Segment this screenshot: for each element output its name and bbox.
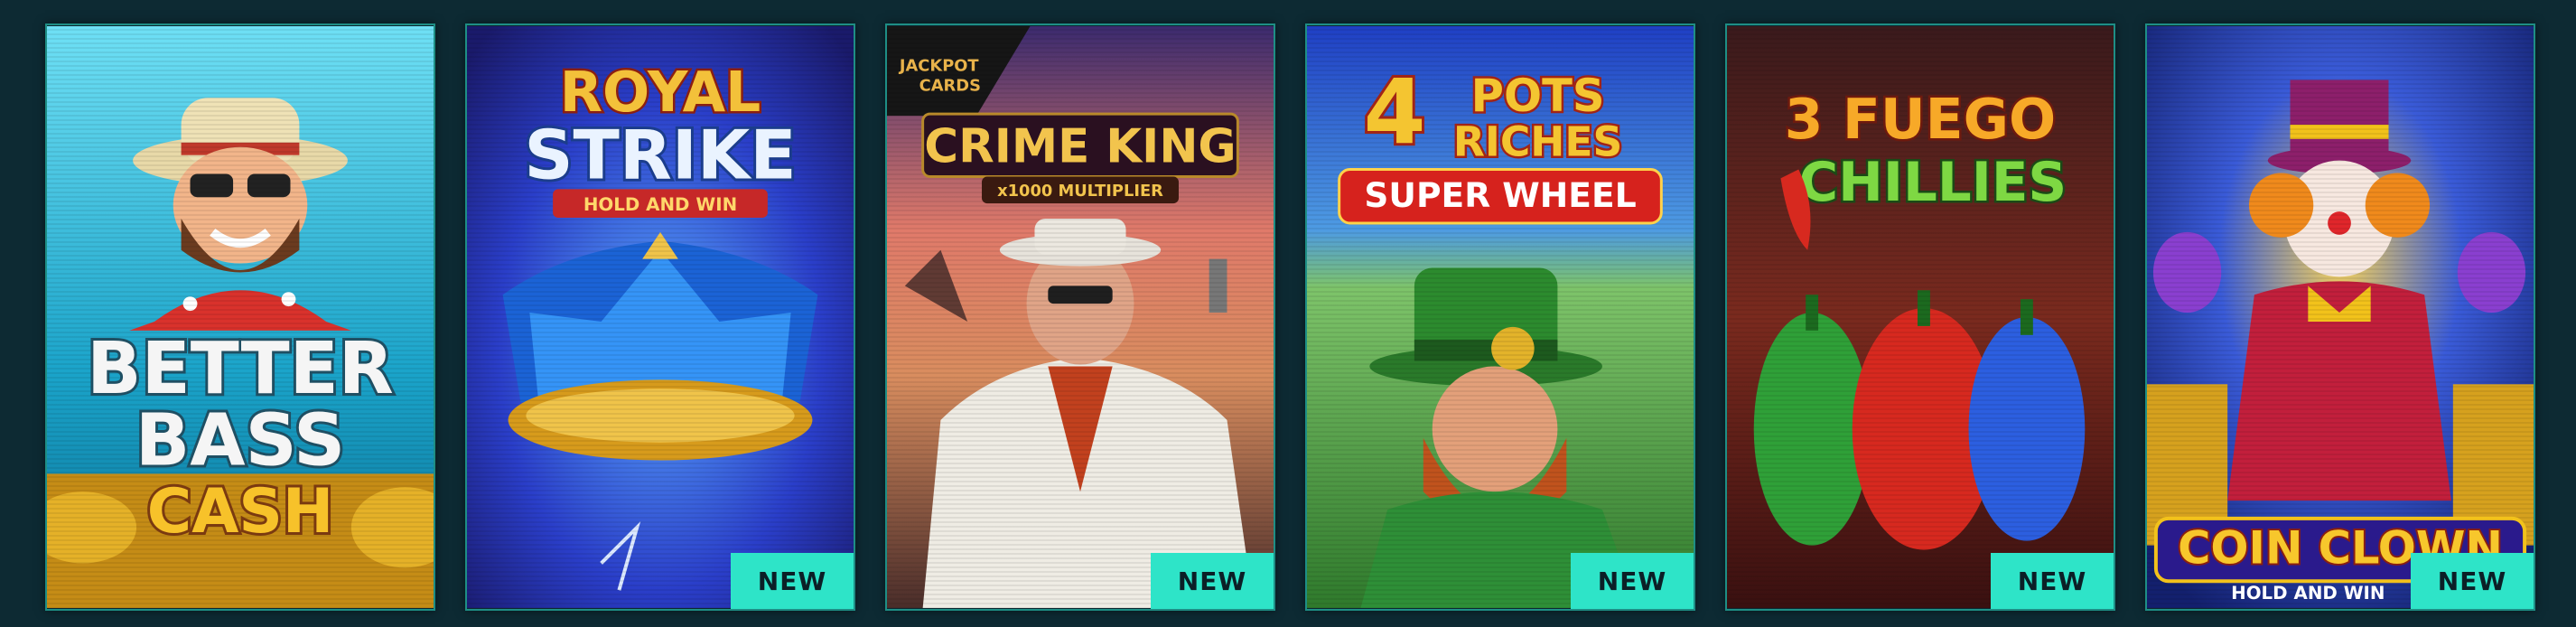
svg-text:CRIME KING: CRIME KING [924, 120, 1236, 174]
new-badge: NEW [1151, 553, 1274, 609]
new-badge: NEW [2411, 553, 2534, 609]
svg-text:JACKPOT: JACKPOT [899, 57, 980, 76]
new-badge: NEW [731, 553, 854, 609]
game-card-3-fuego-chillies[interactable]: 3 FUEGO CHILLIES NEW [1725, 23, 2115, 611]
svg-text:CARDS: CARDS [919, 76, 981, 95]
game-carousel: BETTER BASS CASH ROYAL STRIKE HOLD AND W… [0, 0, 2576, 627]
svg-text:CASH: CASH [147, 475, 333, 547]
svg-text:POTS: POTS [1471, 70, 1605, 122]
game-title: 3 FUEGO CHILLIES [1780, 85, 2069, 250]
new-badge: NEW [1571, 553, 1694, 609]
svg-text:SUPER WHEEL: SUPER WHEEL [1364, 175, 1636, 215]
svg-text:x1000 MULTIPLIER: x1000 MULTIPLIER [997, 182, 1163, 201]
svg-text:STRIKE: STRIKE [524, 115, 796, 194]
svg-text:BASS: BASS [135, 398, 345, 482]
game-card-better-bass-cash[interactable]: BETTER BASS CASH [45, 23, 435, 611]
svg-text:RICHES: RICHES [1453, 118, 1623, 166]
game-title: 4 POTS RICHES SUPER WHEEL [1338, 58, 1663, 225]
game-title: COIN CLOWN HOLD AND WIN [2153, 516, 2527, 604]
game-title: JACKPOT CARDS CRIME KING x1000 MULTIPLIE… [899, 57, 1239, 204]
game-card-royal-strike[interactable]: ROYAL STRIKE HOLD AND WIN NEW [465, 23, 855, 611]
game-title: ROYAL STRIKE HOLD AND WIN [521, 59, 799, 219]
svg-text:3 FUEGO: 3 FUEGO [1785, 88, 2056, 152]
game-card-coin-clown[interactable]: COIN CLOWN HOLD AND WIN NEW [2145, 23, 2535, 611]
svg-text:HOLD AND WIN: HOLD AND WIN [2231, 583, 2385, 604]
new-badge: NEW [1991, 553, 2114, 609]
game-card-crime-king[interactable]: JACKPOT CARDS CRIME KING x1000 MULTIPLIE… [885, 23, 1275, 611]
svg-text:4: 4 [1364, 61, 1426, 164]
svg-text:CHILLIES: CHILLIES [1798, 152, 2067, 214]
svg-text:HOLD AND WIN: HOLD AND WIN [583, 194, 737, 215]
game-card-4-pots-riches[interactable]: 4 POTS RICHES SUPER WHEEL NEW [1305, 23, 1695, 611]
game-title: BETTER BASS CASH [84, 323, 397, 549]
